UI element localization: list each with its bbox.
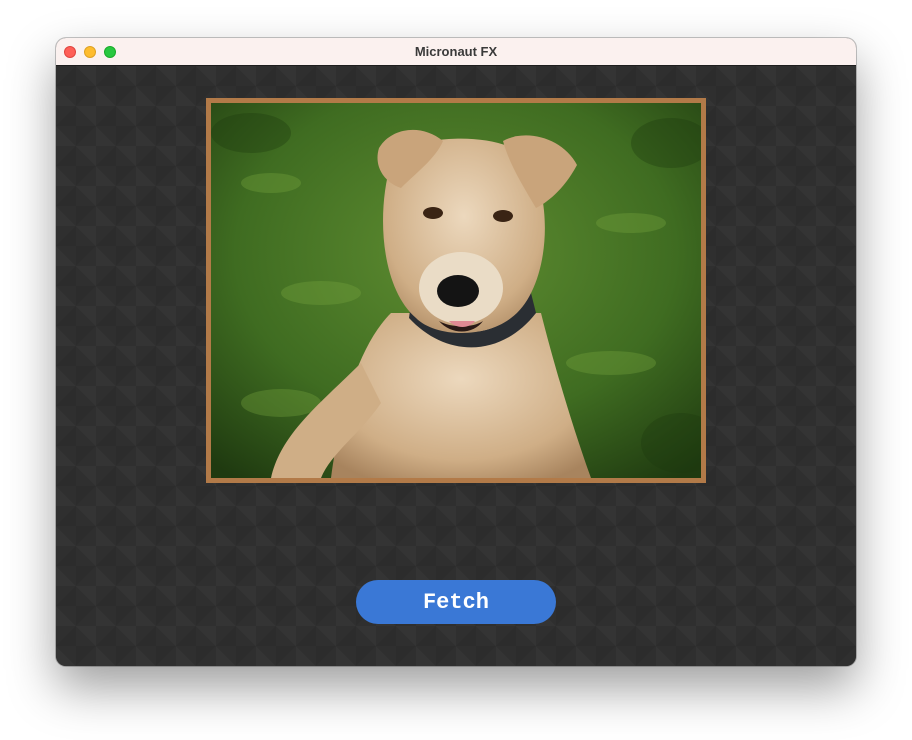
fetch-button[interactable]: Fetch <box>356 580 556 624</box>
title-bar[interactable]: Micronaut FX <box>56 38 856 66</box>
dog-image-frame <box>206 98 706 483</box>
window-title: Micronaut FX <box>414 44 498 59</box>
app-window: Micronaut FX Fetch <box>56 38 856 666</box>
dog-image <box>211 103 701 478</box>
main-content: Fetch <box>56 66 856 666</box>
